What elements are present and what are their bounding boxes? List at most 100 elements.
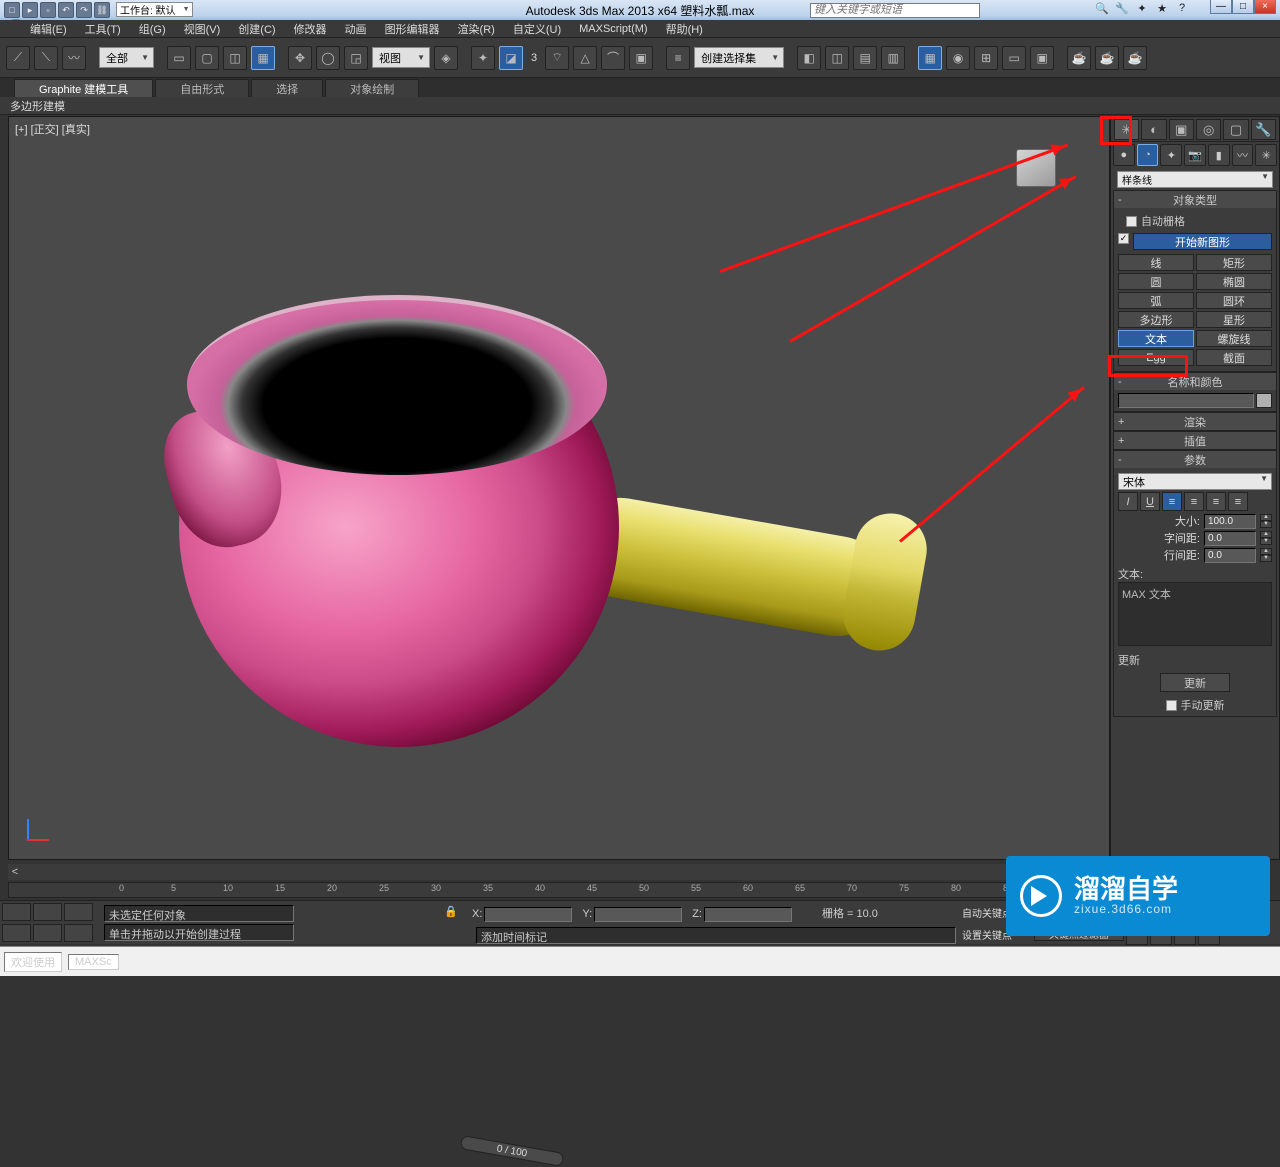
rectangle-button[interactable]: 矩形 [1196, 254, 1272, 271]
footer-welcome[interactable]: 欢迎使用 [4, 952, 62, 972]
menu-views[interactable]: 视图(V) [184, 21, 221, 37]
circle-button[interactable]: 圆 [1118, 273, 1194, 290]
link-tool-icon[interactable]: ⟋ [6, 46, 30, 70]
font-dropdown[interactable]: 宋体 [1118, 473, 1272, 490]
arc-button[interactable]: 弧 [1118, 292, 1194, 309]
maximize-button[interactable]: □ [1232, 0, 1254, 14]
y-input[interactable] [594, 907, 682, 922]
spacewarps-icon[interactable]: 〰 [1232, 144, 1254, 166]
unlink-tool-icon[interactable]: ⟍ [34, 46, 58, 70]
link-icon[interactable]: ⛓ [94, 2, 110, 18]
utilities-tab-icon[interactable]: 🔧 [1251, 119, 1276, 140]
kerning-spinner[interactable] [1204, 531, 1256, 546]
redo-icon[interactable]: ↷ [76, 2, 92, 18]
angle-snap-icon[interactable]: ⌔ [545, 46, 569, 70]
create-tab-icon[interactable]: ✳ [1114, 119, 1139, 140]
tab-selection[interactable]: 选择 [251, 79, 323, 97]
window-crossing-icon[interactable]: ▦ [251, 46, 275, 70]
object-name-input[interactable] [1118, 393, 1254, 408]
spinner-arrows[interactable]: ▲▼ [1260, 514, 1272, 528]
undo-icon[interactable]: ↶ [58, 2, 74, 18]
shape-type-dropdown[interactable]: 样条线 [1117, 171, 1273, 188]
tab-graphite[interactable]: Graphite 建模工具 [14, 79, 153, 97]
leading-spinner[interactable] [1204, 548, 1256, 563]
cameras-icon[interactable]: 📷 [1184, 144, 1206, 166]
layer-icon[interactable]: ▤ [853, 46, 877, 70]
menu-modifiers[interactable]: 修改器 [294, 21, 327, 37]
lock-selection-icon[interactable]: 🔒 [444, 905, 462, 923]
align-right-button[interactable]: ≡ [1206, 492, 1226, 511]
egg-button[interactable]: Egg [1118, 349, 1194, 366]
material-editor-icon[interactable]: ◉ [946, 46, 970, 70]
viewport[interactable]: [+] [正交] [真实] [8, 116, 1110, 860]
named-selection-dropdown[interactable]: 创建选择集 [694, 47, 784, 68]
rollup-render[interactable]: 渲染 [1184, 414, 1206, 430]
render-setup-icon[interactable]: ⊞ [974, 46, 998, 70]
select-icon[interactable]: ▭ [167, 46, 191, 70]
align-left-button[interactable]: ≡ [1162, 492, 1182, 511]
star-button[interactable]: 星形 [1196, 311, 1272, 328]
menu-rendering[interactable]: 渲染(R) [458, 21, 495, 37]
teapot1-icon[interactable]: ☕ [1067, 46, 1091, 70]
help-search-input[interactable] [810, 3, 980, 18]
donut-button[interactable]: 圆环 [1196, 292, 1272, 309]
rotate-icon[interactable]: ◯ [316, 46, 340, 70]
help-icon[interactable]: ? [1174, 2, 1190, 18]
render-icon[interactable]: ▣ [1030, 46, 1054, 70]
ribbon-subpanel[interactable]: 多边形建模 [0, 97, 1280, 115]
italic-button[interactable]: I [1118, 492, 1138, 511]
bind-space-warp-icon[interactable]: 〰 [62, 46, 86, 70]
manual-update-checkbox[interactable] [1166, 700, 1177, 711]
align-center-button[interactable]: ≡ [1184, 492, 1204, 511]
motion-tab-icon[interactable]: ◎ [1196, 119, 1221, 140]
menu-animation[interactable]: 动画 [345, 21, 367, 37]
size-spinner[interactable] [1204, 514, 1256, 529]
teapot2-icon[interactable]: ☕ [1095, 46, 1119, 70]
x-input[interactable] [484, 907, 572, 922]
move-icon[interactable]: ✥ [288, 46, 312, 70]
align-justify-button[interactable]: ≡ [1228, 492, 1248, 511]
viewport-label[interactable]: [+] [正交] [真实] [15, 121, 90, 137]
menu-group[interactable]: 组(G) [139, 21, 166, 37]
underline-button[interactable]: U [1140, 492, 1160, 511]
footer-maxscript[interactable]: MAXSc [68, 954, 119, 970]
update-button[interactable]: 更新 [1160, 673, 1230, 692]
display-tab-icon[interactable]: ▢ [1223, 119, 1248, 140]
ellipse-button[interactable]: 椭圆 [1196, 273, 1272, 290]
workspace-dropdown[interactable]: 工作台: 默认 [116, 2, 193, 17]
modify-tab-icon[interactable]: ◐ [1141, 119, 1166, 140]
time-tag-field[interactable]: 添加时间标记 [476, 927, 956, 944]
track-bar[interactable]: 0510 152025 303540 455055 606570 758085 … [8, 882, 1110, 898]
text-content-input[interactable]: MAX 文本 [1118, 582, 1272, 646]
open-icon[interactable]: ▸ [22, 2, 38, 18]
rollup-interp[interactable]: 插值 [1184, 433, 1206, 449]
align-icon[interactable]: ◫ [825, 46, 849, 70]
text-button[interactable]: 文本 [1118, 330, 1194, 347]
ngon-button[interactable]: 多边形 [1118, 311, 1194, 328]
geometry-icon[interactable]: ● [1113, 144, 1135, 166]
render-frame-icon[interactable]: ▭ [1002, 46, 1026, 70]
new-icon[interactable]: □ [4, 2, 20, 18]
startnew-checkbox[interactable]: ✓ [1118, 233, 1129, 244]
exchange-icon[interactable]: ✦ [1134, 2, 1150, 18]
selection-filter-dropdown[interactable]: 全部 [99, 47, 154, 68]
close-button[interactable]: × [1254, 0, 1276, 14]
lights-icon[interactable]: ✦ [1160, 144, 1182, 166]
time-slider[interactable]: < 0 / 100 [8, 864, 1110, 880]
save-icon[interactable]: ▫ [40, 2, 56, 18]
hierarchy-tab-icon[interactable]: ▣ [1169, 119, 1194, 140]
menu-grapheditors[interactable]: 图形编辑器 [385, 21, 440, 37]
select-region-icon[interactable]: ◫ [223, 46, 247, 70]
tab-freeform[interactable]: 自由形式 [155, 79, 249, 97]
manipulate-icon[interactable]: ✦ [471, 46, 495, 70]
helix-button[interactable]: 螺旋线 [1196, 330, 1272, 347]
systems-icon[interactable]: ✳ [1255, 144, 1277, 166]
mini-curve-editor[interactable] [0, 901, 100, 944]
minimize-button[interactable]: — [1210, 0, 1232, 14]
curve-editor-icon[interactable]: ▥ [881, 46, 905, 70]
scale-icon[interactable]: ◲ [344, 46, 368, 70]
spinner-snap-icon[interactable]: ⌒ [601, 46, 625, 70]
search-icon[interactable]: 🔍 [1094, 2, 1110, 18]
rollup-title[interactable]: 对象类型 [1173, 192, 1217, 208]
shapes-icon[interactable]: ◔ [1137, 144, 1159, 166]
